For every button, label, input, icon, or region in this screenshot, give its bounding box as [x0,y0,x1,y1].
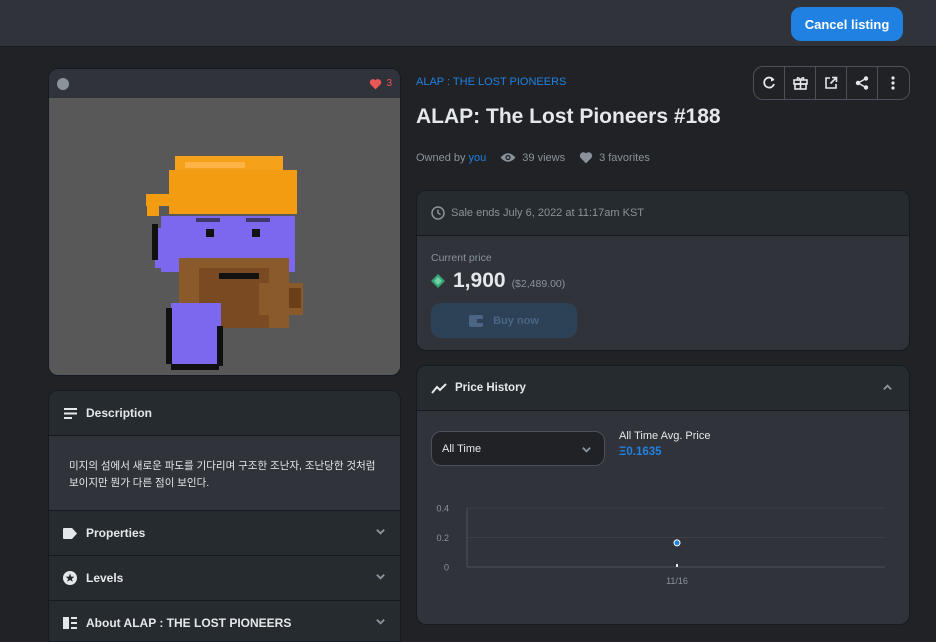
external-link-icon [825,76,838,89]
accordion-label: About ALAP : THE LOST PIONEERS [86,616,292,630]
details-panel: Description 미지의 섬에서 새로운 파도를 기다리며 구조한 조난자… [48,390,401,642]
details-list-icon [63,616,77,630]
accordion-about-collection[interactable]: About ALAP : THE LOST PIONEERS [49,601,400,641]
price-usd: ($2,489.00) [511,278,566,290]
accordion-properties[interactable]: Properties [49,511,400,556]
tag-icon [63,526,77,540]
heart-icon [579,151,593,164]
image-card-header: 3 [49,69,400,98]
trending-icon [431,382,447,394]
description-header[interactable]: Description [49,391,400,436]
price-history-title: Price History [455,382,526,394]
refresh-icon [763,76,775,89]
x-tick-mark [676,564,678,567]
chevron-down-icon [582,447,591,453]
heart-icon [370,78,382,89]
buy-now-button[interactable]: Buy now [431,303,577,338]
price-point[interactable] [673,539,681,547]
chevron-down-icon [376,529,385,535]
current-price: 1,900 [453,269,506,292]
share-icon [855,76,869,90]
item-meta: Owned by you 39 views 3 favorites [416,151,664,164]
collection-link[interactable]: ALAP : THE LOST PIONEERS [416,76,566,88]
item-toolbar [753,66,910,100]
refresh-button[interactable] [754,67,785,99]
y-tick-label: 0.2 [436,533,449,543]
price-history-chart: 0.4 0.2 0 11/16 [436,504,885,586]
eye-icon [500,152,516,163]
gift-icon [792,77,808,90]
time-range-select[interactable]: All Time [431,431,605,466]
transfer-button[interactable] [785,67,816,99]
sale-ends-header: Sale ends July 6, 2022 at 11:17am KST [417,191,909,236]
token-icon [431,274,445,288]
description-text: 미지의 섬에서 새로운 파도를 기다리며 구조한 조난자, 조난당한 것처럼 보… [49,436,400,511]
eth-chain-icon [57,77,69,90]
x-tick-label: 11/16 [666,576,688,586]
favorites-count: 3 favorites [599,151,650,164]
price-row: 1,900 ($2,489.00) [431,269,565,293]
accordion-label: Levels [86,571,124,585]
current-price-label: Current price [431,252,492,264]
more-vertical-icon [891,76,896,90]
views-stat: 39 views [500,152,565,164]
nft-image[interactable] [49,98,400,375]
nft-image-card: 3 [48,68,401,376]
price-history-header[interactable]: Price History [417,366,909,411]
top-bar: Cancel listing [0,0,936,47]
favorite-toggle[interactable]: 3 [369,78,392,90]
time-range-value: All Time [442,442,482,455]
accordion-levels[interactable]: Levels [49,556,400,601]
external-link-button[interactable] [816,67,847,99]
sale-panel: Sale ends July 6, 2022 at 11:17am KST Cu… [416,190,910,351]
price-history-panel: Price History All Time All Time Avg. Pri… [416,365,910,625]
share-button[interactable] [847,67,878,99]
chevron-up-icon [883,384,892,390]
owner-link[interactable]: you [469,152,487,164]
description-lines-icon [63,406,77,420]
y-tick-label: 0 [444,563,449,573]
accordion-label: Properties [86,526,146,540]
owned-by-label: Owned by [416,151,466,164]
avg-price-label: All Time Avg. Price [619,430,711,442]
cancel-listing-button[interactable]: Cancel listing [791,7,903,41]
avg-price-value: Ξ0.1635 [619,446,662,458]
chevron-down-icon [376,619,385,625]
views-count: 39 views [522,151,566,164]
star-circle-icon [63,571,77,585]
item-title: ALAP: The Lost Pioneers #188 [416,105,721,128]
clock-icon [431,206,445,220]
wallet-icon [469,314,484,327]
more-options-button[interactable] [878,67,909,99]
sale-ends-text: Sale ends July 6, 2022 at 11:17am KST [451,207,645,219]
favorite-count: 3 [386,78,392,89]
description-title: Description [86,406,153,420]
favorites-stat: 3 favorites [579,151,650,164]
buy-now-label: Buy now [493,314,539,327]
y-tick-label: 0.4 [436,504,449,514]
pixel-character-illustration [146,156,303,370]
chevron-down-icon [376,574,385,580]
